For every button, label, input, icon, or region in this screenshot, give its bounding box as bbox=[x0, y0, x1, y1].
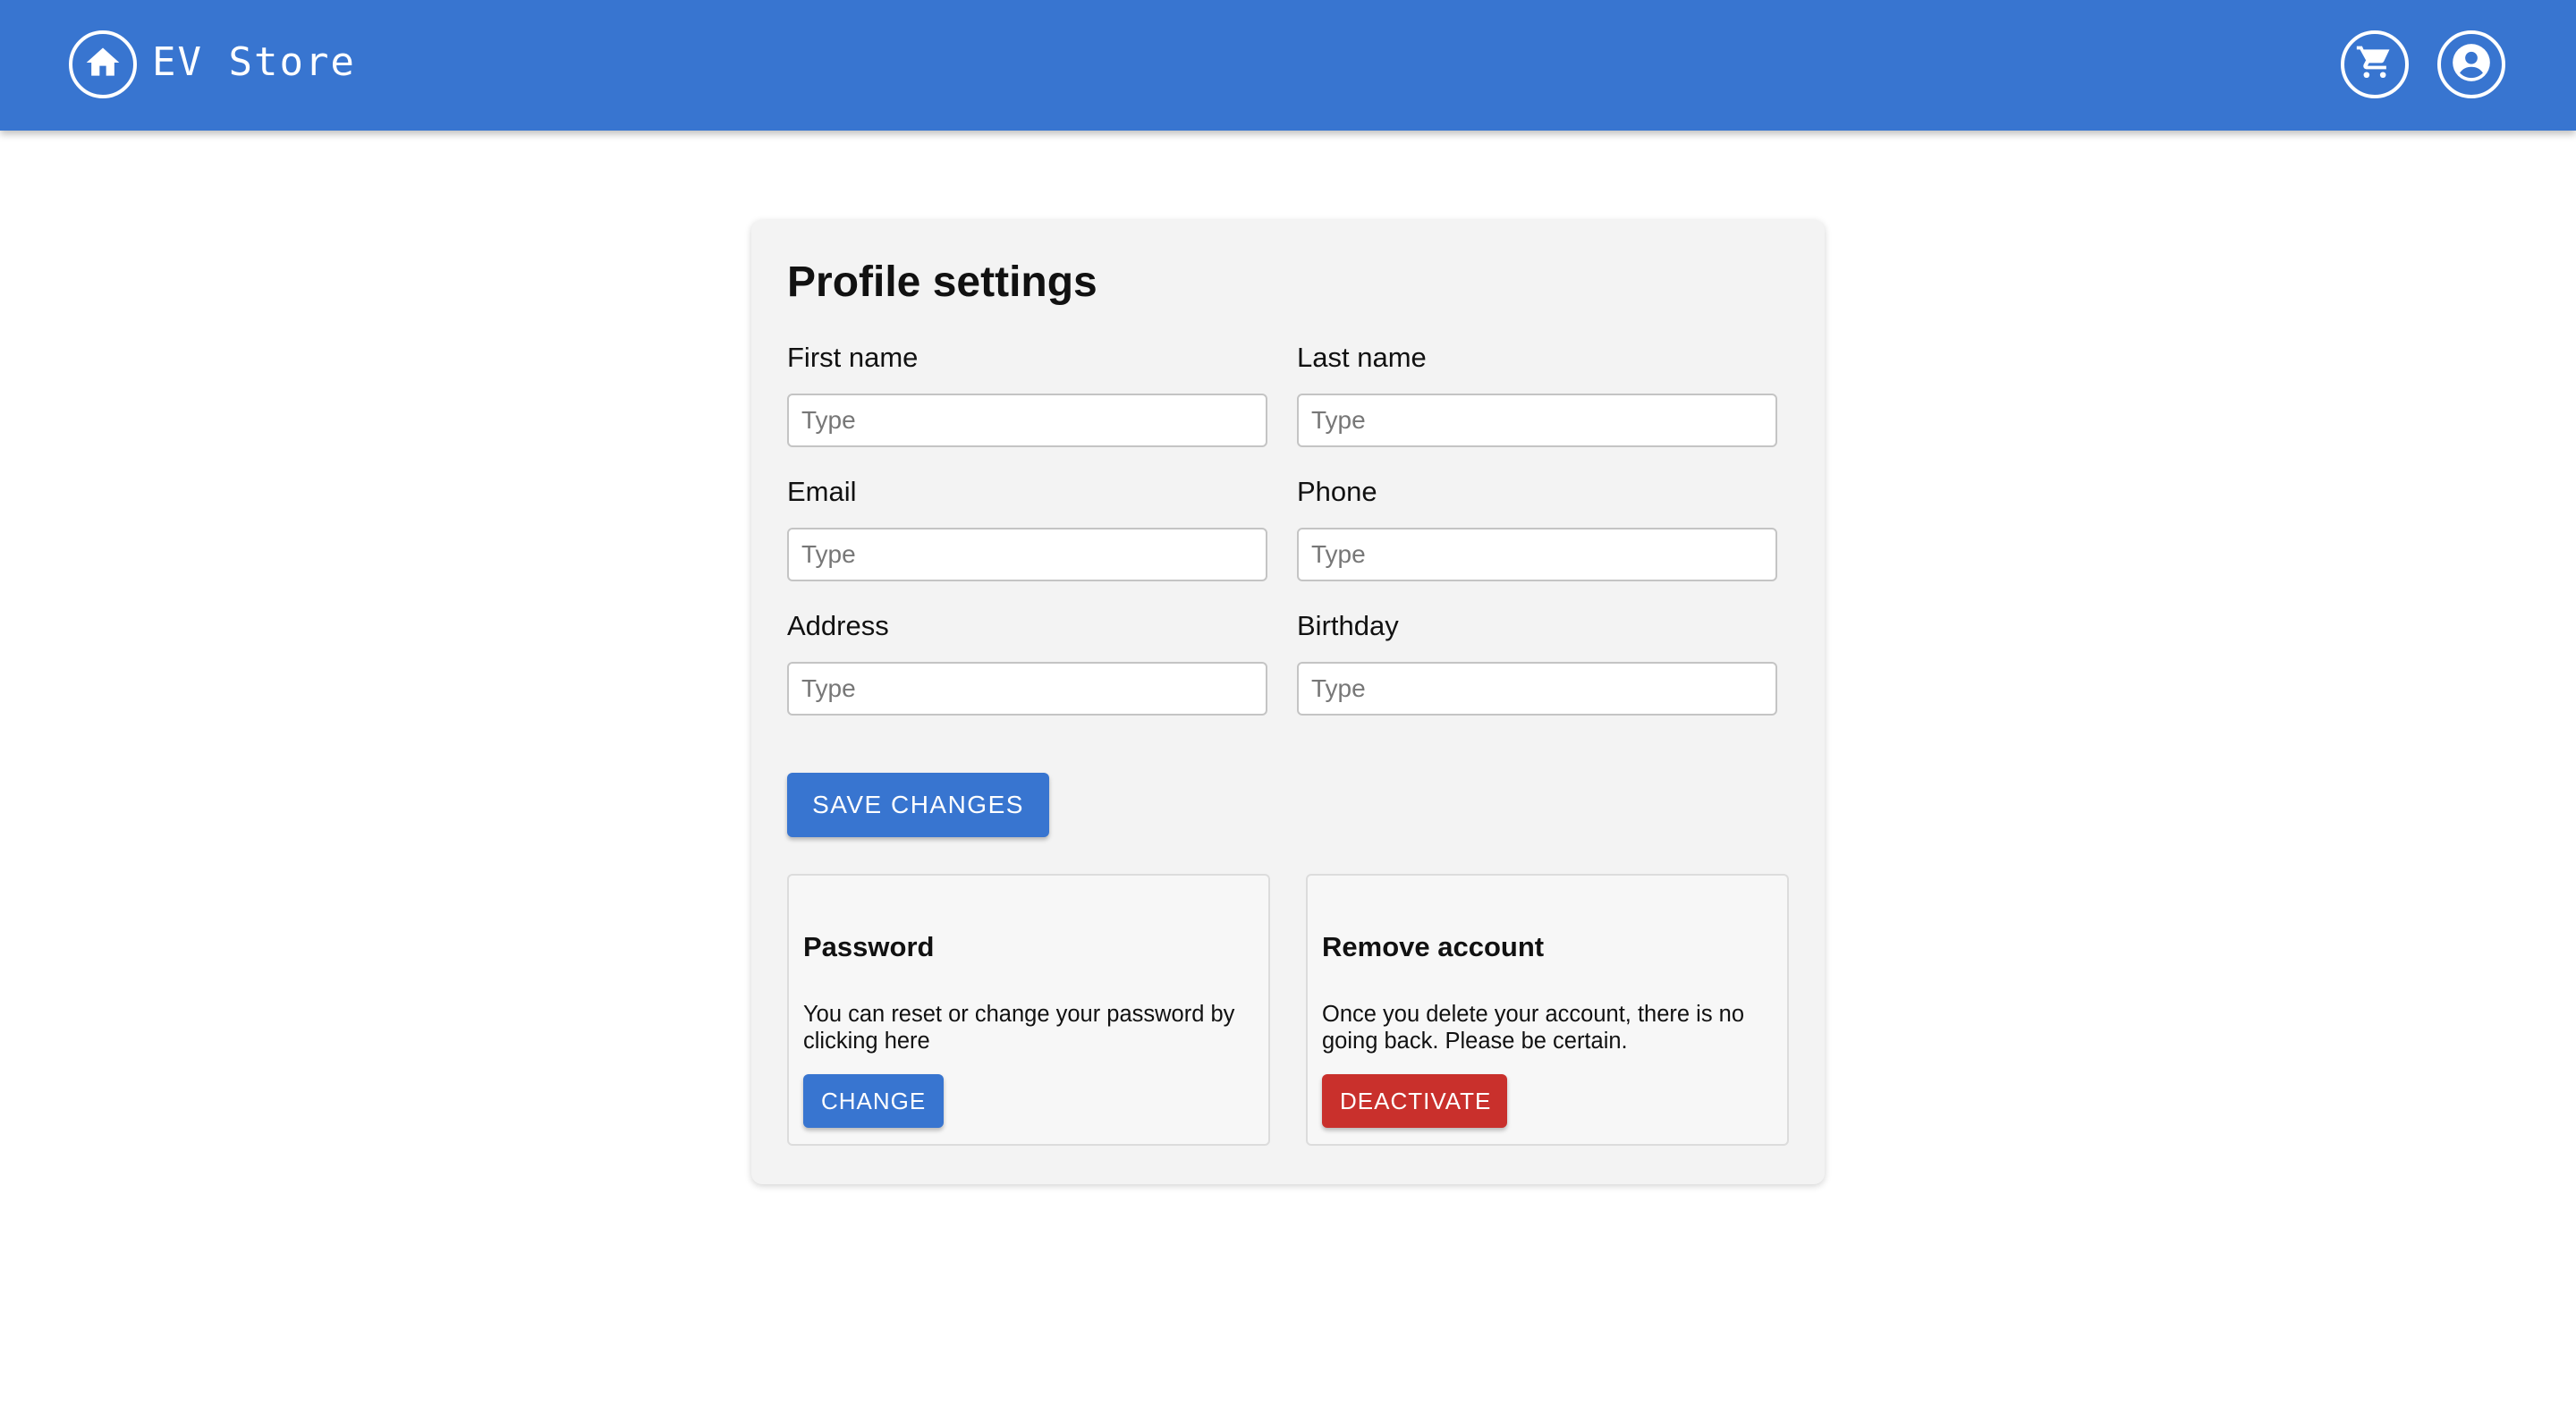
birthday-label: Birthday bbox=[1297, 610, 1399, 641]
phone-input[interactable] bbox=[1297, 528, 1777, 581]
cart-icon bbox=[2355, 43, 2394, 87]
email-label: Email bbox=[787, 476, 857, 507]
remove-account-card: Remove account Once you delete your acco… bbox=[1306, 874, 1789, 1146]
first-name-input[interactable] bbox=[787, 394, 1267, 447]
password-card-title: Password bbox=[803, 931, 935, 962]
last-name-label: Last name bbox=[1297, 342, 1427, 373]
password-card: Password You can reset or change your pa… bbox=[787, 874, 1270, 1146]
email-input[interactable] bbox=[787, 528, 1267, 581]
remove-account-card-text: Once you delete your account, there is n… bbox=[1322, 1002, 1745, 1054]
app-bar: EV Store bbox=[0, 0, 2576, 131]
brand-title[interactable]: EV Store bbox=[152, 39, 356, 85]
phone-label: Phone bbox=[1297, 476, 1377, 507]
profile-settings-card: Profile settings First name Last name Em… bbox=[751, 220, 1825, 1184]
remove-account-card-title: Remove account bbox=[1322, 931, 1545, 962]
birthday-input[interactable] bbox=[1297, 662, 1777, 716]
address-label: Address bbox=[787, 610, 889, 641]
last-name-input[interactable] bbox=[1297, 394, 1777, 447]
cart-button[interactable] bbox=[2341, 30, 2409, 98]
account-icon bbox=[2449, 40, 2494, 89]
home-icon bbox=[83, 43, 123, 87]
home-button[interactable] bbox=[69, 30, 137, 98]
deactivate-account-button[interactable]: DEACTIVATE bbox=[1322, 1074, 1507, 1128]
address-input[interactable] bbox=[787, 662, 1267, 716]
change-password-button[interactable]: CHANGE bbox=[803, 1074, 944, 1128]
password-card-text: You can reset or change your password by… bbox=[803, 1002, 1235, 1054]
page-title: Profile settings bbox=[787, 258, 1097, 306]
account-button[interactable] bbox=[2437, 30, 2505, 98]
first-name-label: First name bbox=[787, 342, 919, 373]
save-changes-button[interactable]: SAVE CHANGES bbox=[787, 773, 1049, 837]
